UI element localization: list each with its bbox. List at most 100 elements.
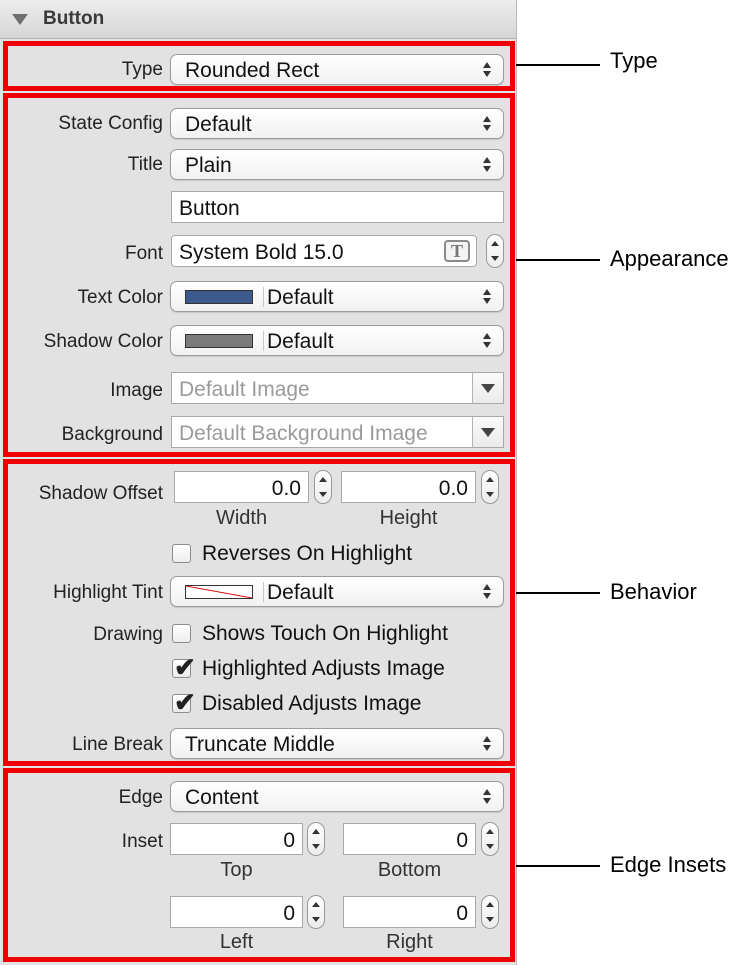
highlight-tint-value: Default — [267, 581, 334, 604]
text-color-value: Default — [267, 286, 334, 309]
popup-arrows-icon — [483, 62, 492, 77]
checkmark-icon: ✔ — [174, 687, 196, 717]
bottom-caption: Bottom — [377, 859, 442, 881]
right-caption: Right — [386, 931, 433, 953]
font-field[interactable]: System Bold 15.0 T — [171, 235, 477, 267]
state-config-popup[interactable]: Default — [170, 108, 504, 139]
dropdown-arrow-icon[interactable] — [472, 373, 503, 403]
top-caption: Top — [220, 859, 253, 881]
edge-insets-callout-line — [516, 865, 600, 867]
shadow-offset-height-field[interactable]: 0.0 — [341, 471, 476, 503]
state-config-value: Default — [185, 113, 252, 136]
inset-bottom-field[interactable]: 0 — [343, 823, 476, 855]
highlighted-adjusts-checkbox[interactable]: ✔ — [172, 652, 196, 682]
shadow-color-swatch — [185, 334, 253, 348]
line-break-value: Truncate Middle — [185, 733, 335, 756]
shadow-offset-width-value: 0.0 — [271, 477, 301, 500]
image-combo[interactable]: Default Image — [171, 372, 504, 404]
font-picker-icon[interactable]: T — [444, 240, 470, 262]
shadow-width-stepper[interactable] — [314, 470, 332, 504]
text-color-label: Text Color — [77, 287, 163, 308]
button-section-header[interactable]: Button — [0, 0, 516, 39]
shows-touch-checkbox[interactable] — [172, 624, 191, 643]
type-value: Rounded Rect — [185, 59, 320, 82]
left-caption: Left — [219, 931, 254, 953]
inset-left-stepper[interactable] — [307, 895, 325, 929]
disabled-adjusts-label: Disabled Adjusts Image — [202, 692, 422, 715]
dropdown-arrow-icon[interactable] — [472, 417, 503, 447]
appearance-callout: Appearance — [610, 246, 729, 271]
inset-top-stepper[interactable] — [307, 822, 325, 856]
section-title: Button — [43, 8, 105, 29]
popup-arrows-icon — [483, 333, 492, 348]
separator — [263, 287, 264, 307]
shadow-color-value: Default — [267, 330, 334, 353]
inset-left-field[interactable]: 0 — [170, 896, 303, 928]
edge-label: Edge — [118, 787, 163, 808]
popup-arrows-icon — [483, 116, 492, 131]
popup-arrows-icon — [483, 584, 492, 599]
state-config-label: State Config — [58, 113, 163, 134]
behavior-callout: Behavior — [610, 579, 697, 604]
disclosure-triangle-icon[interactable] — [12, 14, 28, 25]
type-callout: Type — [610, 48, 658, 73]
separator — [263, 331, 264, 351]
background-placeholder: Default Background Image — [179, 422, 428, 445]
shadow-color-label: Shadow Color — [43, 331, 163, 352]
inset-right-value: 0 — [456, 902, 468, 925]
attributes-inspector-panel: Button Type Rounded Rect State Config De… — [0, 0, 517, 965]
separator — [263, 582, 264, 602]
font-value: System Bold 15.0 — [179, 241, 344, 264]
shows-touch-label: Shows Touch On Highlight — [202, 622, 448, 645]
type-popup[interactable]: Rounded Rect — [170, 54, 504, 85]
font-label: Font — [124, 243, 163, 264]
title-label: Title — [127, 154, 163, 175]
reverses-checkbox[interactable] — [172, 544, 191, 563]
background-combo[interactable]: Default Background Image — [171, 416, 504, 448]
shadow-color-popup[interactable]: Default — [170, 325, 504, 356]
popup-arrows-icon — [483, 289, 492, 304]
drawing-label: Drawing — [93, 624, 163, 645]
type-callout-line — [516, 64, 600, 66]
type-label: Type — [121, 59, 163, 80]
inset-top-field[interactable]: 0 — [170, 823, 303, 855]
inset-right-stepper[interactable] — [481, 895, 499, 929]
checkmark-icon: ✔ — [174, 652, 196, 682]
text-color-popup[interactable]: Default — [170, 281, 504, 312]
behavior-callout-line — [516, 592, 600, 594]
edge-insets-section: Edge Content Inset 0 0 Top Bottom 0 0 Le… — [3, 768, 515, 962]
inset-left-value: 0 — [283, 902, 295, 925]
inset-label: Inset — [121, 831, 163, 852]
background-label: Background — [61, 424, 163, 445]
inset-top-value: 0 — [283, 829, 295, 852]
title-type-popup[interactable]: Plain — [170, 149, 504, 180]
shadow-offset-height-value: 0.0 — [438, 477, 468, 500]
inset-bottom-stepper[interactable] — [481, 822, 499, 856]
edge-popup[interactable]: Content — [170, 781, 504, 812]
highlight-tint-popup[interactable]: Default — [170, 576, 504, 607]
highlight-tint-swatch-icon — [185, 585, 253, 599]
type-section: Type Rounded Rect — [3, 41, 515, 91]
reverses-label: Reverses On Highlight — [202, 542, 413, 565]
disabled-adjusts-checkbox[interactable]: ✔ — [172, 687, 196, 717]
popup-arrows-icon — [483, 736, 492, 751]
appearance-callout-line — [516, 259, 600, 261]
highlight-tint-label: Highlight Tint — [53, 582, 163, 603]
behavior-section: Shadow Offset 0.0 0.0 Width Height Rever… — [3, 459, 515, 766]
inset-right-field[interactable]: 0 — [343, 896, 476, 928]
line-break-popup[interactable]: Truncate Middle — [170, 728, 504, 759]
highlighted-adjusts-label: Highlighted Adjusts Image — [202, 657, 445, 680]
title-text-field[interactable]: Button — [171, 191, 504, 223]
popup-arrows-icon — [483, 789, 492, 804]
shadow-offset-label: Shadow Offset — [38, 483, 163, 504]
inset-bottom-value: 0 — [456, 829, 468, 852]
shadow-height-stepper[interactable] — [481, 470, 499, 504]
title-text-value: Button — [179, 197, 240, 220]
shadow-offset-width-field[interactable]: 0.0 — [174, 471, 309, 503]
image-label: Image — [110, 380, 163, 401]
width-caption: Width — [215, 507, 268, 529]
height-caption: Height — [379, 507, 438, 529]
text-color-swatch — [185, 290, 253, 304]
edge-insets-callout: Edge Insets — [610, 852, 727, 877]
font-size-stepper[interactable] — [486, 234, 504, 268]
